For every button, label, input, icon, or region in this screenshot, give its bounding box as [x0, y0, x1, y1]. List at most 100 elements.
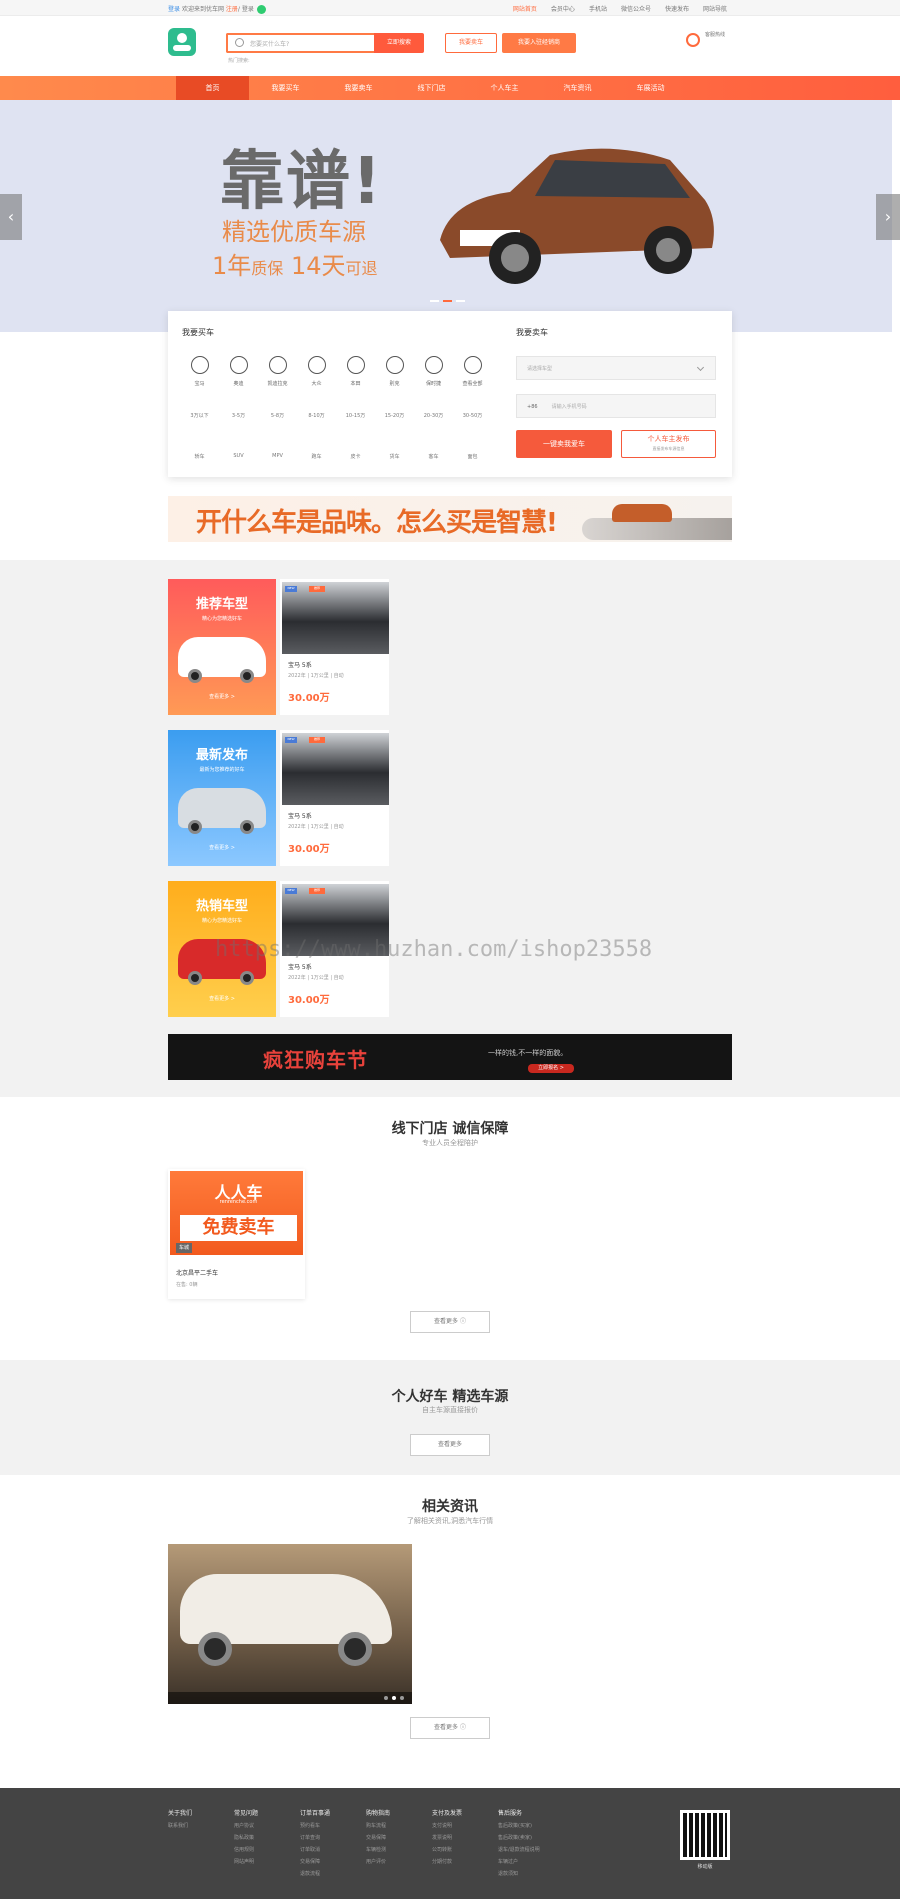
- model-select[interactable]: 请选择车型: [516, 356, 716, 380]
- store-card[interactable]: 人人车 renrenche.com 免费卖车 车城 北京昌平二手车 在售: 0辆: [168, 1169, 305, 1299]
- nav-stores[interactable]: 线下门店: [395, 76, 468, 100]
- stores-subtitle: 专业人员全程陪护: [422, 1139, 478, 1147]
- footer-link[interactable]: 信用规则: [234, 1846, 258, 1853]
- top-link-publish[interactable]: 快速发布: [665, 4, 689, 13]
- footer-link[interactable]: 预约看车: [300, 1822, 330, 1829]
- car-card[interactable]: NEW 推荐 宝马 5系 2022年 | 1万公里 | 自动 30.00万: [280, 579, 389, 715]
- owners-more-button[interactable]: 查看更多: [410, 1434, 490, 1456]
- nav-buy[interactable]: 我要买车: [249, 76, 322, 100]
- view-more-link[interactable]: 查看更多 >: [168, 995, 276, 1002]
- brand-all[interactable]: 查看全部: [453, 356, 492, 387]
- banner-dots[interactable]: [430, 300, 465, 302]
- top-link-sitemap[interactable]: 网站导航: [703, 4, 727, 13]
- price-filter[interactable]: 3-5万: [219, 412, 258, 419]
- type-filter[interactable]: 皮卡: [336, 453, 375, 460]
- footer-link[interactable]: 售后政策(买家): [498, 1822, 540, 1829]
- type-filter[interactable]: SUV: [219, 453, 258, 460]
- footer-link[interactable]: 分期付款: [432, 1858, 462, 1865]
- footer-link[interactable]: 发票说明: [432, 1834, 462, 1841]
- type-filter[interactable]: 面包: [453, 453, 492, 460]
- footer-link[interactable]: 车辆过户: [498, 1858, 540, 1865]
- footer-link[interactable]: 公司转账: [432, 1846, 462, 1853]
- phone-input[interactable]: +86 请输入手机号码: [516, 394, 716, 418]
- type-filter[interactable]: 跑车: [297, 453, 336, 460]
- footer-link[interactable]: 退车/退款流程说明: [498, 1846, 540, 1853]
- wechat-icon[interactable]: [256, 5, 266, 14]
- footer-link[interactable]: 交易保障: [366, 1834, 390, 1841]
- type-filter[interactable]: MPV: [258, 453, 297, 460]
- qr-label: 移动版: [697, 1864, 713, 1870]
- car-photo: NEW 推荐: [282, 582, 389, 654]
- signup-button[interactable]: 立即报名 >: [528, 1064, 574, 1073]
- nav-events[interactable]: 车展活动: [614, 76, 687, 100]
- login-link-2[interactable]: / 登录: [238, 6, 254, 13]
- promo-banner-1[interactable]: 开什么车是品味。怎么买是智慧!: [168, 496, 732, 542]
- footer-link[interactable]: 联系我们: [168, 1822, 192, 1829]
- promo-banner-2[interactable]: 疯狂购车节 一样的钱,不一样的面貌。 立即报名 >: [168, 1034, 732, 1080]
- search-button[interactable]: 立即搜索: [374, 33, 424, 53]
- brand-vw[interactable]: 大众: [297, 356, 336, 387]
- nav-sell[interactable]: 我要卖车: [322, 76, 395, 100]
- top-link-home[interactable]: 网站首页: [513, 4, 537, 13]
- price-filter[interactable]: 8-10万: [297, 412, 336, 419]
- brand-cadillac[interactable]: 凯迪拉克: [258, 356, 297, 387]
- cadillac-logo-icon: [268, 356, 287, 374]
- brand-honda[interactable]: 本田: [336, 356, 375, 387]
- type-filter[interactable]: 轿车: [180, 453, 219, 460]
- nav-news[interactable]: 汽车资讯: [541, 76, 614, 100]
- view-more-link[interactable]: 查看更多 >: [168, 844, 276, 851]
- register-link[interactable]: 注册: [226, 6, 238, 13]
- price-filter[interactable]: 30-50万: [453, 412, 492, 419]
- top-link-member[interactable]: 会员中心: [551, 4, 575, 13]
- top-bar: 登录 欢迎来到优车网 注册/ 登录 网站首页 会员中心 手机站 微信公众号 快速…: [0, 0, 900, 16]
- nav-home[interactable]: 首页: [176, 76, 249, 100]
- type-filter[interactable]: 客车: [414, 453, 453, 460]
- top-link-wechat[interactable]: 微信公众号: [621, 4, 651, 13]
- honda-logo-icon: [346, 356, 365, 374]
- footer-link[interactable]: 交易保障: [300, 1858, 330, 1865]
- banner-prev-arrow[interactable]: ‹: [0, 194, 22, 240]
- sell-car-button[interactable]: 我要卖车: [445, 33, 497, 53]
- footer-col-about: 关于我们 联系我们: [168, 1810, 193, 1829]
- banner-next-arrow[interactable]: ›: [876, 194, 900, 240]
- footer-link[interactable]: 退款须知: [498, 1870, 540, 1877]
- site-logo[interactable]: [168, 28, 196, 56]
- price-filter[interactable]: 10-15万: [336, 412, 375, 419]
- sell-my-car-button[interactable]: 一键卖我爱车: [516, 430, 612, 458]
- car-card[interactable]: NEW 推荐 宝马 5系 2022年 | 1万公里 | 自动 30.00万: [280, 730, 389, 866]
- top-link-mobile[interactable]: 手机站: [589, 4, 607, 13]
- search-input[interactable]: 您要买什么车?: [226, 33, 374, 53]
- dealer-join-button[interactable]: 我要入驻经销商: [502, 33, 576, 53]
- news-slider-dots[interactable]: [168, 1692, 412, 1704]
- footer-link[interactable]: 购车流程: [366, 1822, 390, 1829]
- footer-link[interactable]: 隐私政策: [234, 1834, 258, 1841]
- footer-link[interactable]: 用户协议: [234, 1822, 258, 1829]
- login-link[interactable]: 登录: [168, 6, 180, 13]
- news-image[interactable]: [168, 1544, 412, 1704]
- category-recommended[interactable]: 推荐车型 精心为您精选好车 查看更多 >: [168, 579, 276, 715]
- category-latest[interactable]: 最新发布 最新为您推荐的好车 查看更多 >: [168, 730, 276, 866]
- footer-link[interactable]: 网站声明: [234, 1858, 258, 1865]
- footer-link[interactable]: 支付说明: [432, 1822, 462, 1829]
- footer-link[interactable]: 退款流程: [300, 1870, 330, 1877]
- footer-link[interactable]: 售后政策(卖家): [498, 1834, 540, 1841]
- brand-buick[interactable]: 别克: [375, 356, 414, 387]
- price-filter[interactable]: 3万以下: [180, 412, 219, 419]
- nav-owners[interactable]: 个人车主: [468, 76, 541, 100]
- hero-banner[interactable]: 靠谱! 精选优质车源 1年质保 14天可退: [0, 100, 892, 332]
- brand-audi[interactable]: 奥迪: [219, 356, 258, 387]
- footer-link[interactable]: 订单查询: [300, 1834, 330, 1841]
- price-filter[interactable]: 5-8万: [258, 412, 297, 419]
- footer-link[interactable]: 订单取消: [300, 1846, 330, 1853]
- owner-publish-button[interactable]: 个人车主发布 直接发布车源信息: [621, 430, 716, 458]
- brand-bmw[interactable]: 宝马: [180, 356, 219, 387]
- footer-link[interactable]: 车辆检测: [366, 1846, 390, 1853]
- brand-porsche[interactable]: 保时捷: [414, 356, 453, 387]
- price-filter[interactable]: 15-20万: [375, 412, 414, 419]
- view-more-link[interactable]: 查看更多 >: [168, 693, 276, 700]
- stores-more-button[interactable]: 查看更多 ⓘ: [410, 1311, 490, 1333]
- news-more-button[interactable]: 查看更多 ⓘ: [410, 1717, 490, 1739]
- type-filter[interactable]: 货车: [375, 453, 414, 460]
- price-filter[interactable]: 20-30万: [414, 412, 453, 419]
- footer-link[interactable]: 用户评价: [366, 1858, 390, 1865]
